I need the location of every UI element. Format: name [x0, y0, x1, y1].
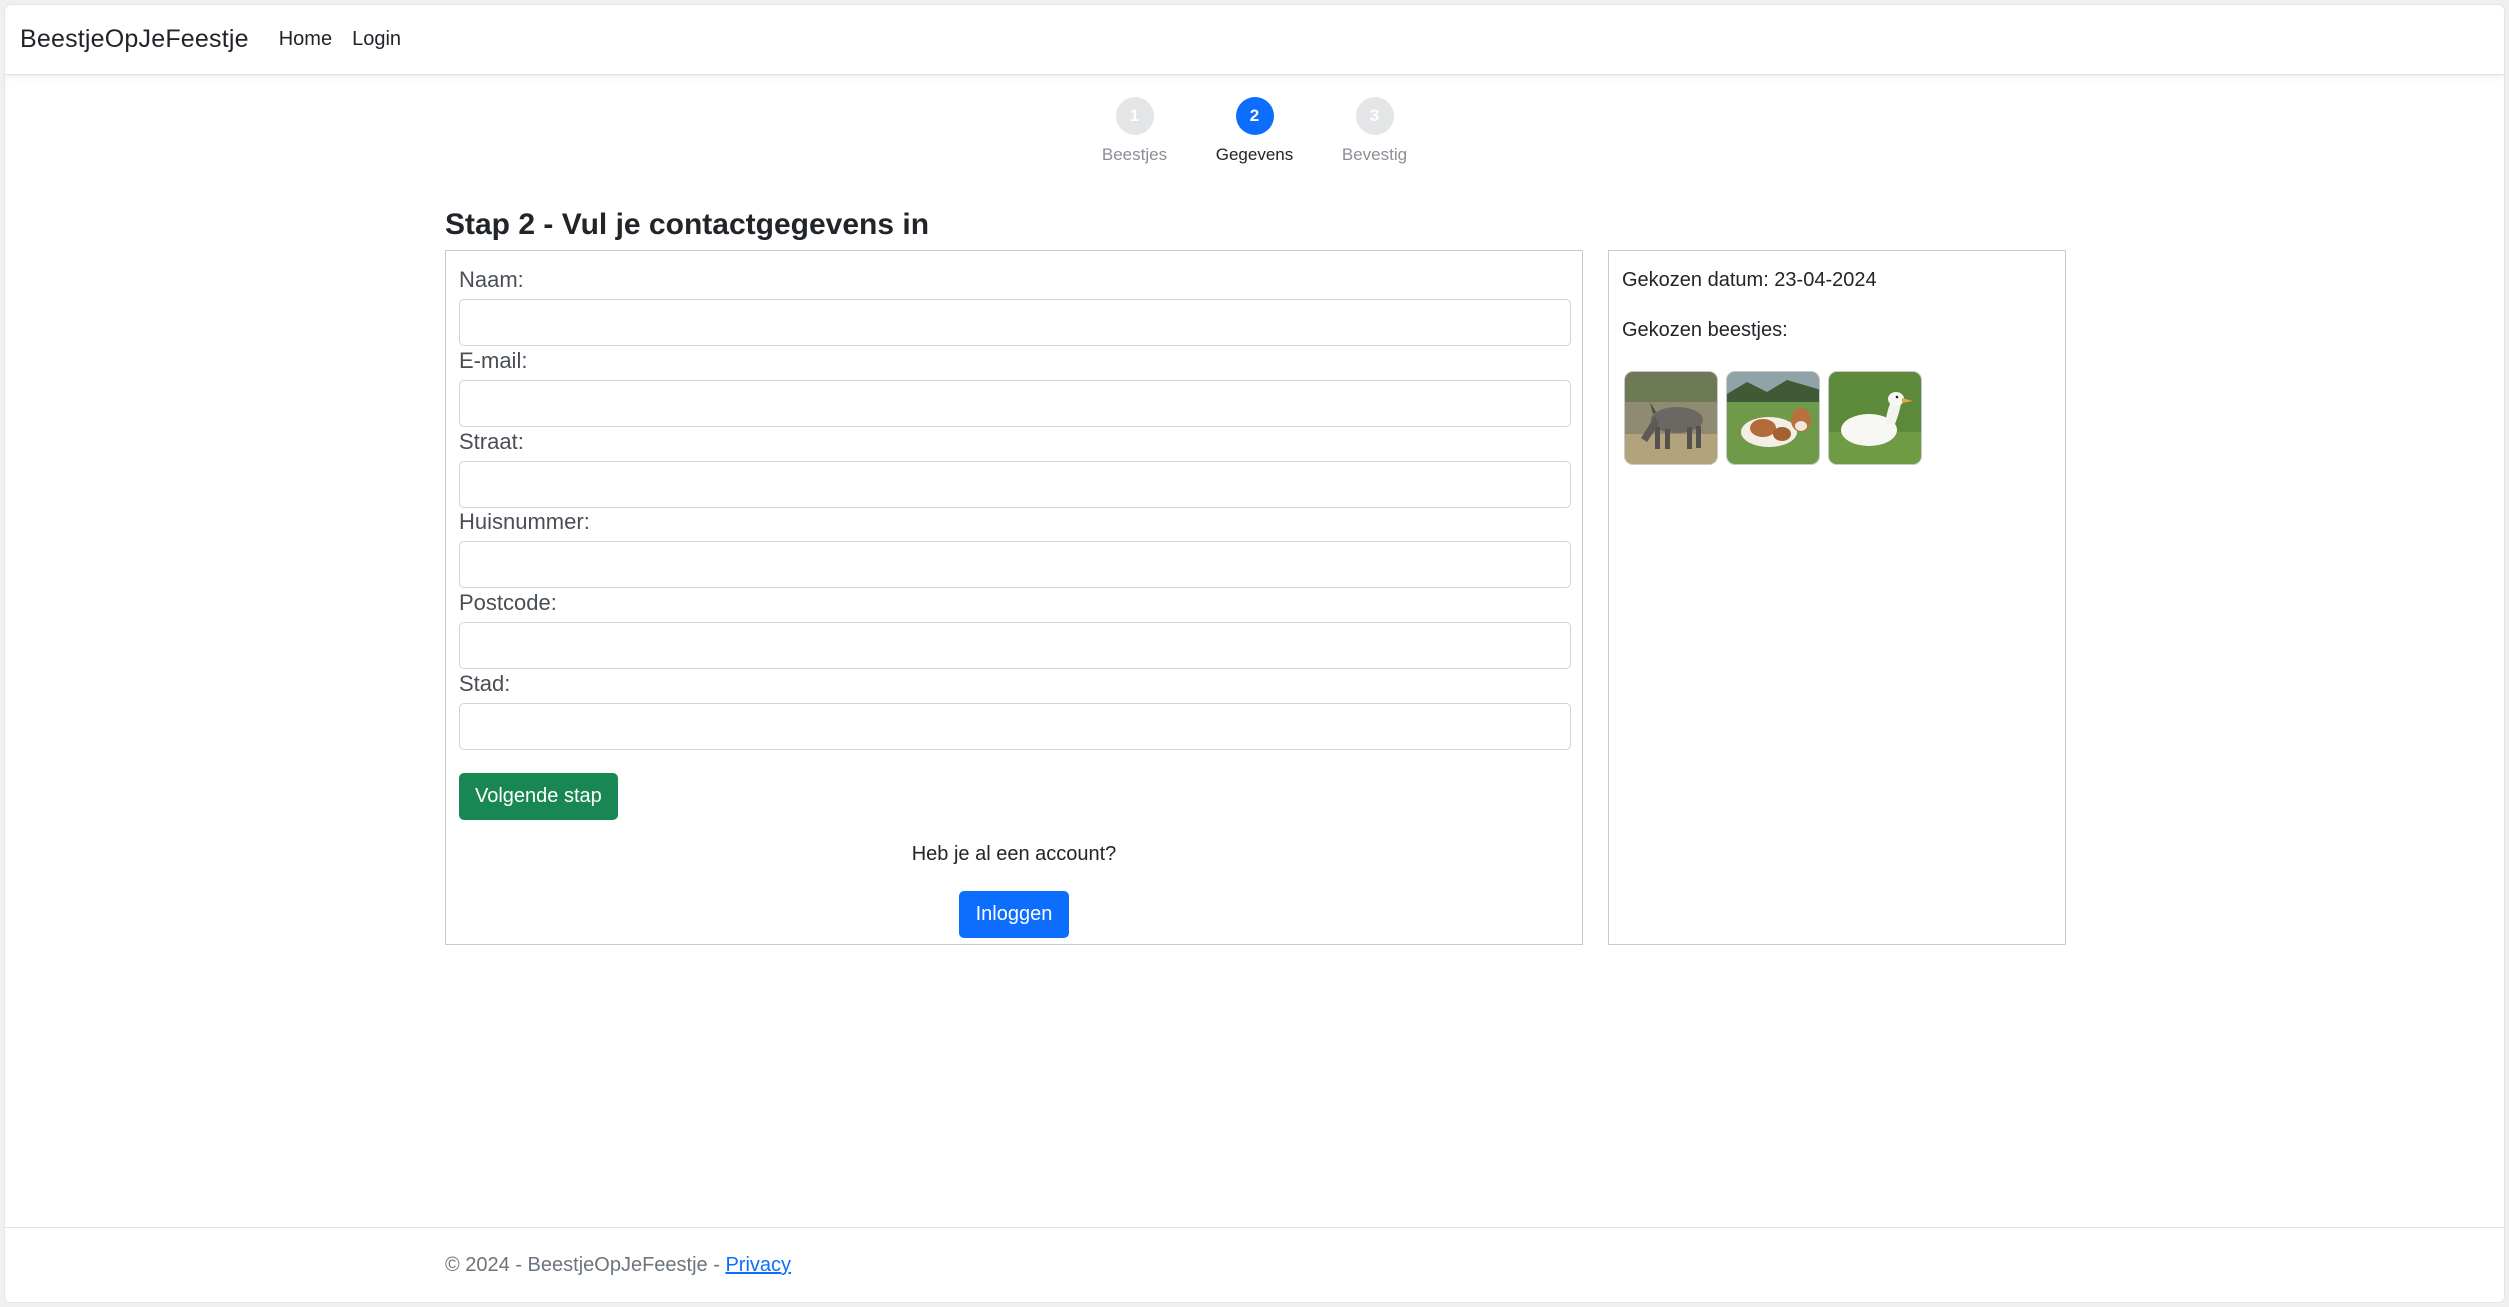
- chosen-date: Gekozen datum: 23-04-2024: [1622, 269, 1877, 291]
- booking-summary-card: Gekozen datum: 23-04-2024 Gekozen beestj…: [1608, 250, 2066, 945]
- animal-thumbnails: [1624, 371, 1922, 465]
- navbar: BeestjeOpJeFeestje Home Login: [5, 5, 2504, 75]
- email-label: E-mail:: [459, 348, 528, 373]
- name-field-group: Naam:: [459, 265, 1571, 346]
- email-input[interactable]: [459, 380, 1571, 427]
- browser-page: BeestjeOpJeFeestje Home Login 1 Beestjes…: [5, 5, 2504, 1302]
- footer-copyright: © 2024 - BeestjeOpJeFeestje - Privacy: [445, 1254, 791, 1277]
- step-beestjes: 1 Beestjes: [1075, 97, 1195, 165]
- step-number-3: 3: [1355, 97, 1394, 135]
- step-bevestig: 3 Bevestig: [1315, 97, 1435, 165]
- footer: © 2024 - BeestjeOpJeFeestje - Privacy: [5, 1227, 2504, 1302]
- street-field-group: Straat:: [459, 427, 1571, 508]
- house-number-label: Huisnummer:: [459, 509, 590, 534]
- contact-form-card: Naam: E-mail: Straat: Huisnummer: Postco…: [445, 250, 1583, 945]
- login-button[interactable]: Inloggen: [959, 891, 1069, 938]
- chosen-animals-label: Gekozen beestjes:: [1622, 319, 1788, 341]
- house-number-field-group: Huisnummer:: [459, 507, 1571, 588]
- step-number-2: 2: [1235, 97, 1274, 135]
- cow-photo: [1726, 371, 1820, 465]
- nav-link-login[interactable]: Login: [352, 28, 401, 51]
- house-number-input[interactable]: [459, 541, 1571, 588]
- step-gegevens: 2 Gegevens: [1195, 97, 1315, 165]
- street-input[interactable]: [459, 461, 1571, 508]
- street-label: Straat:: [459, 429, 524, 454]
- privacy-link[interactable]: Privacy: [725, 1254, 791, 1276]
- city-label: Stad:: [459, 671, 511, 696]
- name-input[interactable]: [459, 299, 1571, 346]
- step-label-beestjes: Beestjes: [1101, 145, 1168, 164]
- postcode-input[interactable]: [459, 622, 1571, 669]
- name-label: Naam:: [459, 267, 524, 292]
- postcode-field-group: Postcode:: [459, 588, 1571, 669]
- step-number-1: 1: [1115, 97, 1154, 135]
- city-field-group: Stad:: [459, 669, 1571, 750]
- donkey-photo: [1624, 371, 1718, 465]
- step-label-bevestig: Bevestig: [1341, 145, 1408, 164]
- page-title: Stap 2 - Vul je contactgegevens in: [445, 208, 930, 241]
- next-step-button[interactable]: Volgende stap: [459, 773, 618, 820]
- postcode-label: Postcode:: [459, 590, 557, 615]
- nav-link-home[interactable]: Home: [279, 28, 332, 51]
- city-input[interactable]: [459, 703, 1571, 750]
- brand-logo-link[interactable]: BeestjeOpJeFeestje: [20, 25, 249, 54]
- step-label-gegevens: Gegevens: [1215, 145, 1294, 164]
- account-question: Heb je al een account?: [911, 843, 1117, 865]
- booking-stepper: 1 Beestjes 2 Gegevens 3 Bevestig: [5, 97, 2504, 165]
- footer-copyright-text: © 2024 - BeestjeOpJeFeestje -: [445, 1254, 726, 1276]
- duck-photo: [1828, 371, 1922, 465]
- email-field-group: E-mail:: [459, 346, 1571, 427]
